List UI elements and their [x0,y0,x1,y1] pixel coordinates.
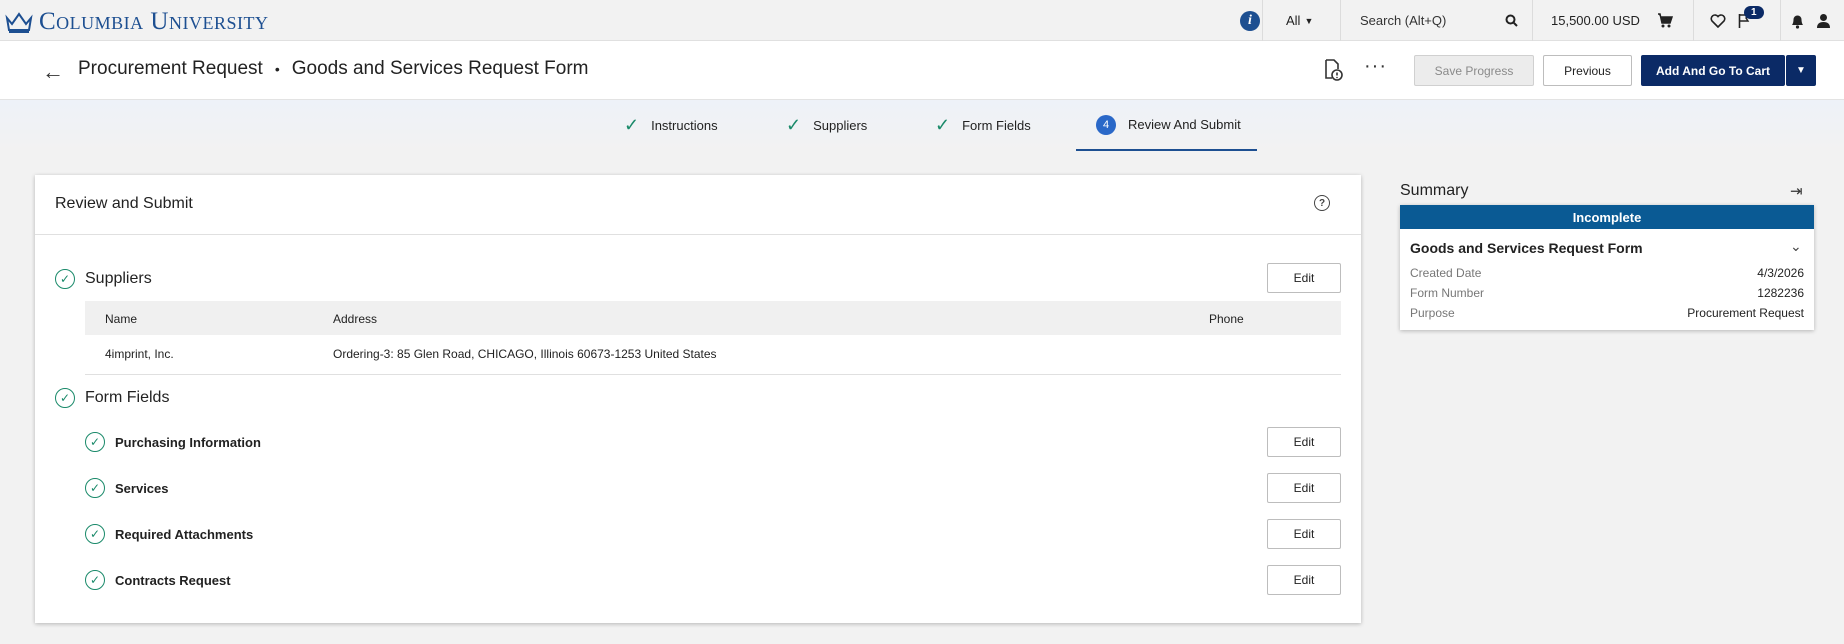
summary-form-title: Goods and Services Request Form [1410,240,1643,256]
search-placeholder: Search (Alt+Q) [1360,13,1447,28]
purchasing-information-title: Purchasing Information [115,435,261,450]
checkmark-icon: ✓ [624,114,640,135]
info-icon: i [1240,10,1260,31]
status-badge: Incomplete [1400,205,1814,229]
summary-row-value: Procurement Request [1687,306,1804,320]
check-circle-icon: ✓ [55,269,75,289]
favorites-button[interactable] [1710,0,1726,41]
progress-stepper: ✓ Instructions ✓ Suppliers ✓ Form Fields… [0,100,1844,152]
step-suppliers[interactable]: ✓ Suppliers [786,100,867,150]
step-label: Suppliers [813,117,868,133]
edit-purchasing-information-button[interactable]: Edit [1267,427,1341,457]
edit-contracts-request-button[interactable]: Edit [1267,565,1341,595]
check-circle-icon: ✓ [85,570,105,590]
cart-total-value: 15,500.00 USD [1551,13,1640,28]
column-header-name: Name [105,312,138,326]
crown-icon [5,12,33,33]
contracts-request-title: Contracts Request [115,573,231,588]
supplier-name: 4imprint, Inc. [105,347,174,361]
summary-row-label: Created Date [1410,266,1482,280]
info-button[interactable]: i [1240,0,1260,41]
step-number: 4 [1096,114,1116,135]
previous-button[interactable]: Previous [1543,55,1632,86]
divider [35,234,1361,235]
search-icon [1505,14,1518,27]
back-arrow-icon[interactable]: ← [42,59,64,85]
column-header-address: Address [333,312,378,326]
step-form-fields[interactable]: ✓ Form Fields [935,100,1031,150]
step-review-and-submit[interactable]: 4 Review And Submit [1076,100,1257,151]
title-separator: • [274,61,280,77]
divider [1532,0,1533,41]
step-label: Instructions [651,117,718,133]
columbia-logo[interactable]: Columbia University [5,8,268,36]
summary-row-value: 4/3/2026 [1757,266,1804,280]
checkmark-icon: ✓ [935,114,951,135]
summary-row: Purpose Procurement Request [1410,306,1804,320]
suppliers-section-title: Suppliers [85,270,152,287]
caret-down-icon: ▼ [1796,65,1806,76]
user-profile-button[interactable] [1816,0,1831,41]
supplier-address: Ordering-3: 85 Glen Road, CHICAGO, Illin… [333,347,717,361]
check-circle-icon: ✓ [85,432,105,452]
cart-total[interactable]: 15,500.00 USD [1551,0,1640,41]
divider [1780,0,1781,41]
checkmark-icon: ✓ [786,114,802,135]
step-instructions[interactable]: ✓ Instructions [624,100,718,150]
help-icon[interactable]: ? [1314,195,1330,211]
step-label: Form Fields [962,117,1031,133]
suppliers-table-header: Name Address Phone [85,301,1341,335]
divider [1262,0,1263,41]
filter-label: All [1286,13,1301,28]
cart-options-dropdown[interactable]: ▼ [1786,55,1816,86]
services-title: Services [115,481,169,496]
logo-text: Columbia University [39,8,269,35]
caret-down-icon: ▼ [1304,15,1314,26]
cart-button[interactable] [1657,0,1673,41]
flag-count-badge: 1 [1744,6,1764,19]
divider [1340,0,1341,41]
summary-label: Summary [1400,182,1469,199]
summary-row: Form Number 1282236 [1410,286,1804,300]
summary-row-label: Purpose [1410,306,1455,320]
required-attachments-title: Required Attachments [115,527,254,542]
summary-card: Incomplete Goods and Services Request Fo… [1400,205,1814,330]
top-bar: Columbia University i All ▼ Search (Alt+… [0,0,1844,41]
save-progress-button[interactable]: Save Progress [1414,55,1534,86]
document-warning-icon [1325,59,1343,81]
form-fields-section-title: Form Fields [85,389,170,406]
check-circle-icon: ✓ [55,388,75,408]
more-options-icon[interactable]: ··· [1364,55,1387,78]
search-button[interactable] [1505,0,1518,41]
edit-services-button[interactable]: Edit [1267,473,1341,503]
collapse-panel-icon[interactable]: ⇥ [1790,182,1803,200]
summary-row-value: 1282236 [1757,286,1804,300]
bell-icon [1792,15,1803,29]
page-title: Procurement Request • Goods and Services… [78,58,588,80]
page-title-form: Goods and Services Request Form [291,58,589,79]
search-filter-dropdown[interactable]: All ▼ [1286,0,1313,41]
check-circle-icon: ✓ [85,524,105,544]
summary-row: Created Date 4/3/2026 [1410,266,1804,280]
check-circle-icon: ✓ [85,478,105,498]
cart-icon [1658,13,1673,28]
divider [85,374,1341,375]
page-title-main: Procurement Request [78,58,263,79]
search-input[interactable]: Search (Alt+Q) [1360,0,1520,41]
card-title: Review and Submit [55,195,193,212]
notifications-button[interactable] [1790,0,1805,41]
add-and-go-to-cart-button[interactable]: Add And Go To Cart [1641,55,1785,86]
document-warning-button[interactable] [1322,58,1344,87]
edit-suppliers-button[interactable]: Edit [1267,263,1341,293]
page-header: ← Procurement Request • Goods and Servic… [0,41,1844,100]
edit-required-attachments-button[interactable]: Edit [1267,519,1341,549]
divider [1693,0,1694,41]
chevron-down-icon[interactable]: ⌄ [1790,238,1802,255]
column-header-phone: Phone [1209,312,1244,326]
step-label: Review And Submit [1128,117,1241,132]
summary-row-label: Form Number [1410,286,1485,300]
heart-icon [1710,13,1726,28]
review-card: Review and Submit ? ✓ Suppliers Edit Nam… [35,175,1361,623]
user-icon [1817,13,1830,28]
